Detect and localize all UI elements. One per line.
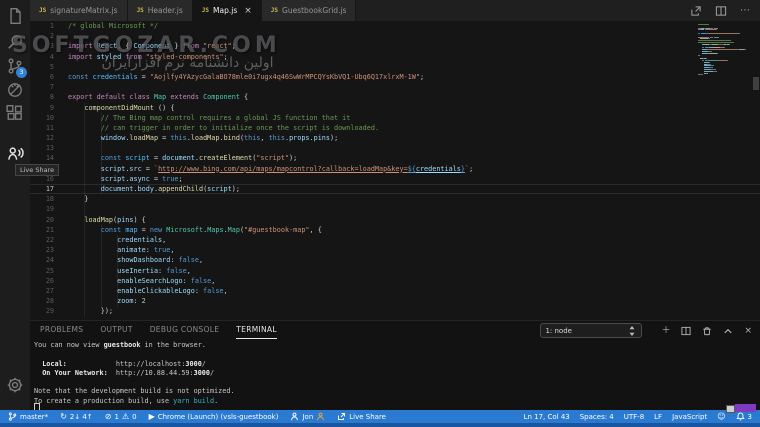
new-terminal-icon[interactable]: ＋: [661, 326, 670, 336]
editor-actions: ⋯: [690, 0, 760, 21]
js-file-icon: JS: [39, 7, 47, 14]
notification-count: 3: [747, 412, 752, 421]
live-share-label: Live Share: [349, 412, 386, 421]
activity-bar: 3 Live Share: [0, 0, 60, 410]
cursor-position[interactable]: Ln 17, Col 43: [524, 413, 570, 421]
panel-controls: 1: node ＋ ×: [540, 323, 752, 338]
status-left: master* ↻ 2↓ 4↑ ⊘ 1 ⚠ 0 ▶ Chrome (Launch…: [0, 412, 386, 421]
presence-label: Jon: [302, 412, 314, 421]
terminal-output[interactable]: You can now view guestbook in the browse…: [34, 341, 756, 406]
liveshare-name-tag: [735, 404, 756, 412]
live-share-icon[interactable]: [6, 145, 24, 163]
split-editor-icon[interactable]: [715, 5, 727, 17]
git-branch-status[interactable]: master*: [8, 412, 48, 421]
language-mode[interactable]: JavaScript: [672, 413, 707, 421]
status-bar: master* ↻ 2↓ 4↑ ⊘ 1 ⚠ 0 ▶ Chrome (Launch…: [0, 410, 760, 427]
indentation[interactable]: Spaces: 4: [580, 413, 614, 421]
code-lines[interactable]: /* global Microsoft */import React, { Co…: [68, 21, 696, 316]
sync-label: 2↓ 4↑: [69, 412, 93, 421]
close-panel-icon[interactable]: ×: [744, 326, 752, 336]
split-terminal-icon[interactable]: [681, 326, 691, 336]
kill-terminal-icon[interactable]: [702, 326, 712, 336]
close-tab-icon[interactable]: ×: [244, 6, 252, 16]
vscode-window: 3 Live Share JS signatureMatrix.js JS He…: [0, 0, 760, 427]
js-file-icon: JS: [270, 7, 279, 14]
tab-output[interactable]: OUTPUT: [100, 322, 132, 338]
more-actions-icon[interactable]: ⋯: [740, 5, 750, 16]
source-control-badge: 3: [16, 67, 27, 78]
debug-icon[interactable]: [6, 81, 24, 99]
sync-icon: ↻: [60, 412, 67, 421]
tab-terminal[interactable]: TERMINAL: [236, 322, 277, 339]
editor-scrollbar[interactable]: [753, 77, 759, 90]
liveshare-tag-icon: [726, 405, 735, 413]
sync-status[interactable]: ↻ 2↓ 4↑: [60, 412, 93, 421]
search-icon[interactable]: [6, 33, 24, 51]
panel-header: PROBLEMS OUTPUT DEBUG CONSOLE TERMINAL 1…: [30, 321, 760, 339]
bell-icon: [735, 412, 745, 421]
person-icon: [291, 412, 299, 421]
live-share-session-icon[interactable]: [690, 5, 702, 17]
terminal-select[interactable]: 1: node: [540, 323, 643, 338]
tab-signatureMatrix[interactable]: JS signatureMatrix.js: [30, 0, 128, 21]
extensions-icon[interactable]: [6, 104, 24, 122]
select-arrows-icon: [629, 325, 635, 336]
tab-label: Map.js: [213, 6, 238, 15]
tab-map[interactable]: JS Map.js ×: [192, 0, 262, 21]
feedback-smiley-icon[interactable]: ☺: [717, 412, 725, 421]
participant-icon: [317, 412, 325, 421]
tab-header[interactable]: JS Header.js: [127, 0, 193, 21]
problems-status[interactable]: ⊘ 1 ⚠ 0: [105, 412, 137, 421]
warning-count: 0: [132, 412, 137, 421]
panel: PROBLEMS OUTPUT DEBUG CONSOLE TERMINAL 1…: [30, 320, 760, 411]
branch-label: master*: [20, 412, 49, 421]
tab-label: GuestbookGrid.js: [282, 6, 347, 15]
notifications-bell[interactable]: 3: [735, 412, 752, 421]
tab-guestbookgrid[interactable]: JS GuestbookGrid.js: [261, 0, 357, 21]
terminal-select-value: 1: node: [545, 326, 572, 335]
explorer-icon[interactable]: [6, 7, 24, 25]
minimap[interactable]: [698, 24, 750, 76]
tab-debug-console[interactable]: DEBUG CONSOLE: [150, 322, 220, 338]
editor[interactable]: 1234567891011121314151617181920212223242…: [30, 21, 760, 320]
encoding[interactable]: UTF-8: [624, 413, 644, 421]
branch-icon: [8, 412, 17, 421]
settings-gear-icon[interactable]: [6, 376, 24, 394]
maximize-panel-icon[interactable]: [723, 326, 733, 336]
tab-label: Header.js: [147, 6, 183, 15]
js-file-icon: JS: [136, 7, 144, 14]
debug-launch-status[interactable]: ▶ Chrome (Launch) (vsls-guestbook): [149, 412, 279, 421]
live-share-tooltip: Live Share: [15, 164, 60, 176]
launch-label: Chrome (Launch) (vsls-guestbook): [157, 412, 279, 421]
tab-bar: JS signatureMatrix.js JS Header.js JS Ma…: [30, 0, 760, 21]
live-share-status[interactable]: Live Share: [337, 412, 386, 421]
eol-sequence[interactable]: LF: [654, 413, 662, 421]
presence-status[interactable]: Jon: [290, 412, 325, 421]
play-icon: ▶: [148, 412, 155, 421]
tab-problems[interactable]: PROBLEMS: [40, 322, 83, 338]
live-share-status-icon: [338, 413, 346, 420]
error-icon: ⊘: [104, 412, 112, 421]
status-right: Ln 17, Col 43 Spaces: 4 UTF-8 LF JavaScr…: [524, 412, 760, 421]
tab-label: signatureMatrix.js: [50, 6, 118, 15]
warning-icon: ⚠: [121, 412, 130, 421]
js-file-icon: JS: [201, 7, 210, 14]
error-count: 1: [114, 412, 119, 421]
